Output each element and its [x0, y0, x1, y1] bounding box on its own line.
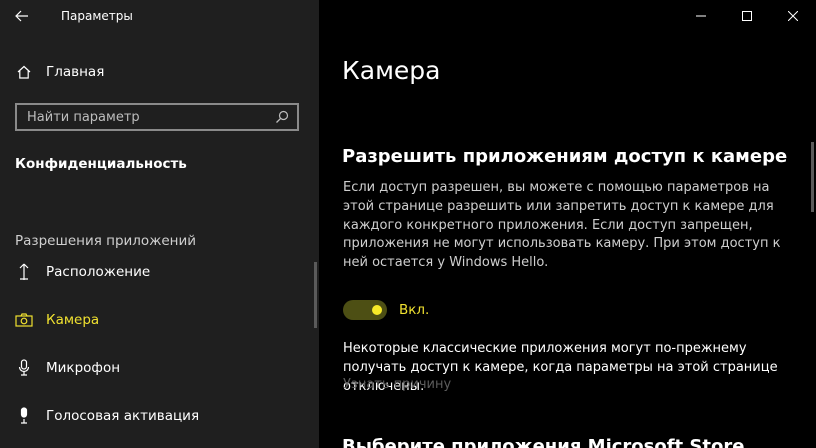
- sidebar-item-home[interactable]: Главная: [0, 56, 319, 88]
- sidebar-item-label: Микрофон: [46, 360, 121, 376]
- back-button[interactable]: [0, 0, 44, 32]
- close-icon: [788, 11, 798, 21]
- search-box: [15, 103, 299, 131]
- camera-icon: [15, 311, 33, 329]
- next-section-title: Выберите приложения Microsoft Store: [342, 436, 745, 448]
- search-icon[interactable]: [271, 106, 293, 128]
- main-scrollbar[interactable]: [811, 142, 814, 212]
- back-arrow-icon: [15, 10, 28, 22]
- section-description: Если доступ разрешен, вы можете с помощь…: [343, 180, 781, 271]
- close-button[interactable]: [770, 0, 816, 32]
- sidebar-item-camera[interactable]: Камера: [0, 303, 319, 337]
- section-title: Разрешить приложениям доступ к камере: [342, 146, 788, 167]
- location-icon: [15, 263, 33, 281]
- page-title: Камера: [342, 56, 441, 85]
- microphone-icon: [15, 359, 33, 377]
- sidebar-scrollbar[interactable]: [314, 262, 317, 328]
- settings-window: Параметры Главная Конфиденциальность Раз…: [0, 0, 816, 448]
- maximize-icon: [742, 11, 752, 21]
- minimize-button[interactable]: [678, 0, 724, 32]
- camera-access-toggle[interactable]: [343, 300, 387, 320]
- titlebar-left: Параметры: [0, 0, 319, 32]
- minimize-icon: [696, 15, 706, 17]
- toggle-state-label: Вкл.: [399, 302, 430, 318]
- sidebar-item-label: Расположение: [46, 264, 151, 280]
- sidebar-section-title: Конфиденциальность: [15, 156, 187, 172]
- sidebar-item-location[interactable]: Расположение: [0, 255, 319, 289]
- toggle-knob: [372, 305, 382, 315]
- window-controls: [678, 0, 816, 32]
- app-title: Параметры: [61, 9, 133, 23]
- sidebar-item-microphone[interactable]: Микрофон: [0, 351, 319, 385]
- main-content: Камера Разрешить приложениям доступ к ка…: [319, 0, 816, 448]
- sidebar-group-header: Разрешения приложений: [15, 233, 197, 249]
- sidebar: Параметры Главная Конфиденциальность Раз…: [0, 0, 319, 448]
- home-icon: [15, 63, 33, 81]
- sidebar-item-label: Голосовая активация: [46, 408, 200, 424]
- sidebar-item-voice-activation[interactable]: Голосовая активация: [0, 399, 319, 433]
- learn-more-link[interactable]: Узнать причину: [343, 377, 451, 392]
- sidebar-item-label: Главная: [46, 64, 105, 80]
- camera-access-toggle-row: Вкл.: [343, 300, 429, 320]
- search-input[interactable]: [17, 104, 271, 130]
- sidebar-item-label: Камера: [46, 312, 100, 328]
- maximize-button[interactable]: [724, 0, 770, 32]
- voice-activation-icon: [15, 407, 33, 425]
